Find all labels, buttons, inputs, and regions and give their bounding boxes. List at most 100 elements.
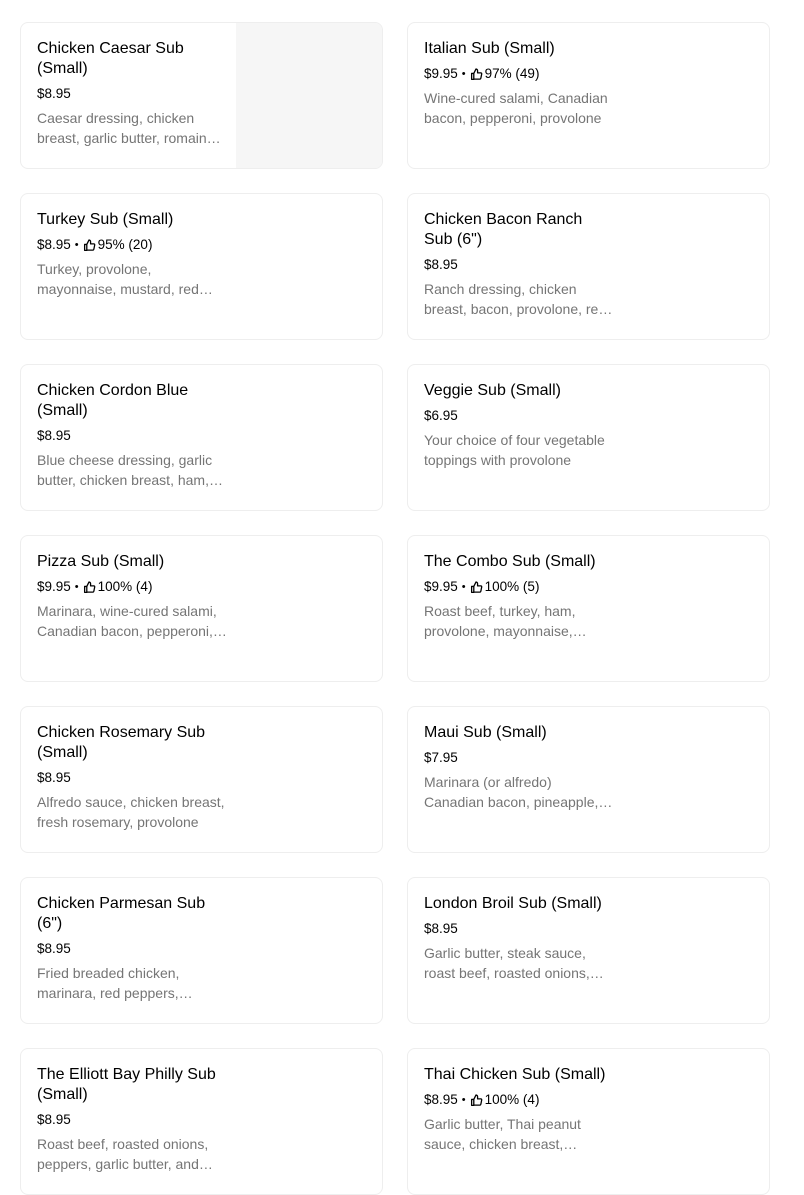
menu-item-description: Wine-cured salami, Canadian bacon, peppe… xyxy=(424,90,608,126)
menu-item-rating: • 97% (49) xyxy=(458,64,540,84)
menu-item-rating-text: 100% (5) xyxy=(484,579,540,594)
menu-item-info: Veggie Sub (Small) $6.95 Your choice of … xyxy=(424,381,614,470)
menu-item-title: Pizza Sub (Small) xyxy=(37,553,165,570)
menu-item-card[interactable]: Chicken Bacon Ranch Sub (6") $8.95 Ranch… xyxy=(407,193,770,340)
menu-item-info: Chicken Caesar Sub (Small) $8.95 Caesar … xyxy=(37,39,227,148)
menu-item-description: Garlic butter, Thai peanut sauce, chicke… xyxy=(424,1116,581,1152)
menu-item-card[interactable]: Turkey Sub (Small) $8.95 • 95% (20) Turk… xyxy=(20,193,383,340)
menu-item-price: $9.95 xyxy=(37,579,71,594)
menu-item-meta: $9.95 • 100% (5) xyxy=(424,577,614,597)
separator-dot: • xyxy=(461,68,466,80)
menu-item-description: Alfredo sauce, chicken breast, fresh ros… xyxy=(37,794,225,830)
menu-item-price: $8.95 xyxy=(424,257,458,272)
menu-item-rating-text: 100% (4) xyxy=(484,1092,540,1107)
menu-item-rating-text: 100% (4) xyxy=(97,579,153,594)
menu-item-rating: • 95% (20) xyxy=(71,235,153,255)
menu-item-card[interactable]: Thai Chicken Sub (Small) $8.95 • 100% (4… xyxy=(407,1048,770,1195)
menu-item-description: Marinara, wine-cured salami, Canadian ba… xyxy=(37,603,217,639)
menu-item-card[interactable]: Chicken Caesar Sub (Small) $8.95 Caesar … xyxy=(20,22,383,169)
separator-dot: • xyxy=(74,239,79,251)
thumbs-up-icon xyxy=(83,238,96,252)
menu-item-title: The Combo Sub (Small) xyxy=(424,553,596,570)
menu-item-price: $7.95 xyxy=(424,750,458,765)
menu-item-rating: • 100% (5) xyxy=(458,577,540,597)
menu-item-price: $8.95 xyxy=(424,921,458,936)
menu-item-meta: $8.95 xyxy=(37,426,227,446)
menu-item-price: $9.95 xyxy=(424,66,458,81)
menu-item-price: $8.95 xyxy=(424,1092,458,1107)
menu-item-title: The Elliott Bay Philly Sub (Small) xyxy=(37,1066,216,1103)
menu-item-info: Maui Sub (Small) $7.95 Marinara (or alfr… xyxy=(424,723,614,812)
menu-item-price: $9.95 xyxy=(424,579,458,594)
menu-item-info: Pizza Sub (Small) $9.95 • 100% (4) Marin… xyxy=(37,552,227,641)
menu-item-description: Your choice of four vegetable toppings w… xyxy=(424,432,605,468)
menu-item-rating: • 100% (4) xyxy=(71,577,153,597)
thumbs-up-icon xyxy=(83,580,96,594)
menu-item-title: Veggie Sub (Small) xyxy=(424,382,561,399)
menu-item-grid: Chicken Caesar Sub (Small) $8.95 Caesar … xyxy=(20,22,770,1195)
menu-item-title: Chicken Caesar Sub (Small) xyxy=(37,40,184,77)
menu-item-card[interactable]: Italian Sub (Small) $9.95 • 97% (49) Win… xyxy=(407,22,770,169)
menu-item-card[interactable]: Chicken Parmesan Sub (6") $8.95 Fried br… xyxy=(20,877,383,1024)
menu-item-description: Ranch dressing, chicken breast, bacon, p… xyxy=(424,281,607,317)
menu-item-info: Italian Sub (Small) $9.95 • 97% (49) Win… xyxy=(424,39,614,128)
menu-item-description: Turkey, provolone, mayonnaise, mustard, … xyxy=(37,261,199,297)
menu-item-meta: $8.95 xyxy=(37,84,227,104)
menu-item-price: $6.95 xyxy=(424,408,458,423)
menu-item-image xyxy=(236,23,382,168)
menu-item-description: Roast beef, turkey, ham, provolone, mayo… xyxy=(424,603,576,639)
menu-item-meta: $9.95 • 100% (4) xyxy=(37,577,227,597)
menu-item-card[interactable]: Maui Sub (Small) $7.95 Marinara (or alfr… xyxy=(407,706,770,853)
separator-dot: • xyxy=(461,1094,466,1106)
menu-item-info: London Broil Sub (Small) $8.95 Garlic bu… xyxy=(424,894,614,983)
menu-item-meta: $7.95 xyxy=(424,748,614,768)
menu-item-price: $8.95 xyxy=(37,86,71,101)
menu-item-title: Chicken Parmesan Sub (6") xyxy=(37,895,206,932)
menu-item-description: Caesar dressing, chicken breast, garlic … xyxy=(37,110,215,146)
menu-item-description: Marinara (or alfredo) Canadian bacon, pi… xyxy=(424,774,599,810)
menu-item-title: Maui Sub (Small) xyxy=(424,724,547,741)
menu-item-meta: $8.95 xyxy=(37,939,227,959)
menu-item-price: $8.95 xyxy=(37,428,71,443)
menu-item-price: $8.95 xyxy=(37,770,71,785)
menu-item-info: Chicken Parmesan Sub (6") $8.95 Fried br… xyxy=(37,894,227,1003)
menu-item-price: $8.95 xyxy=(37,237,71,252)
menu-item-meta: $8.95 • 95% (20) xyxy=(37,235,227,255)
thumbs-up-icon xyxy=(470,1093,483,1107)
menu-item-card[interactable]: Veggie Sub (Small) $6.95 Your choice of … xyxy=(407,364,770,511)
menu-item-meta: $8.95 xyxy=(424,255,614,275)
menu-item-meta: $6.95 xyxy=(424,406,614,426)
menu-item-meta: $8.95 xyxy=(424,919,614,939)
menu-item-title: Chicken Rosemary Sub (Small) xyxy=(37,724,206,761)
menu-item-info: Turkey Sub (Small) $8.95 • 95% (20) Turk… xyxy=(37,210,227,299)
menu-item-info: The Combo Sub (Small) $9.95 • 100% (5) R… xyxy=(424,552,614,641)
menu-item-info: Chicken Cordon Blue (Small) $8.95 Blue c… xyxy=(37,381,227,490)
menu-item-meta: $8.95 xyxy=(37,1110,227,1130)
separator-dot: • xyxy=(74,581,79,593)
menu-item-card[interactable]: The Elliott Bay Philly Sub (Small) $8.95… xyxy=(20,1048,383,1195)
menu-item-title: Chicken Cordon Blue (Small) xyxy=(37,382,189,419)
menu-item-price: $8.95 xyxy=(37,1112,71,1127)
menu-item-rating-text: 97% (49) xyxy=(484,66,540,81)
menu-item-rating-text: 95% (20) xyxy=(97,237,153,252)
menu-item-card[interactable]: Chicken Cordon Blue (Small) $8.95 Blue c… xyxy=(20,364,383,511)
menu-item-info: Chicken Rosemary Sub (Small) $8.95 Alfre… xyxy=(37,723,227,832)
menu-item-card[interactable]: The Combo Sub (Small) $9.95 • 100% (5) R… xyxy=(407,535,770,682)
separator-dot: • xyxy=(461,581,466,593)
menu-item-meta: $8.95 • 100% (4) xyxy=(424,1090,614,1110)
menu-item-rating: • 100% (4) xyxy=(458,1090,540,1110)
menu-item-title: Italian Sub (Small) xyxy=(424,40,555,57)
menu-item-title: Thai Chicken Sub (Small) xyxy=(424,1066,606,1083)
menu-item-title: London Broil Sub (Small) xyxy=(424,895,602,912)
menu-item-description: Garlic butter, steak sauce, roast beef, … xyxy=(424,945,590,981)
menu-item-info: Chicken Bacon Ranch Sub (6") $8.95 Ranch… xyxy=(424,210,614,319)
menu-item-title: Turkey Sub (Small) xyxy=(37,211,174,228)
menu-item-price: $8.95 xyxy=(37,941,71,956)
menu-item-description: Fried breaded chicken, marinara, red pep… xyxy=(37,965,180,1001)
menu-item-info: Thai Chicken Sub (Small) $8.95 • 100% (4… xyxy=(424,1065,614,1154)
menu-item-card[interactable]: Chicken Rosemary Sub (Small) $8.95 Alfre… xyxy=(20,706,383,853)
menu-item-info: The Elliott Bay Philly Sub (Small) $8.95… xyxy=(37,1065,227,1174)
menu-item-card[interactable]: London Broil Sub (Small) $8.95 Garlic bu… xyxy=(407,877,770,1024)
menu-item-card[interactable]: Pizza Sub (Small) $9.95 • 100% (4) Marin… xyxy=(20,535,383,682)
menu-item-description: Blue cheese dressing, garlic butter, chi… xyxy=(37,452,213,488)
